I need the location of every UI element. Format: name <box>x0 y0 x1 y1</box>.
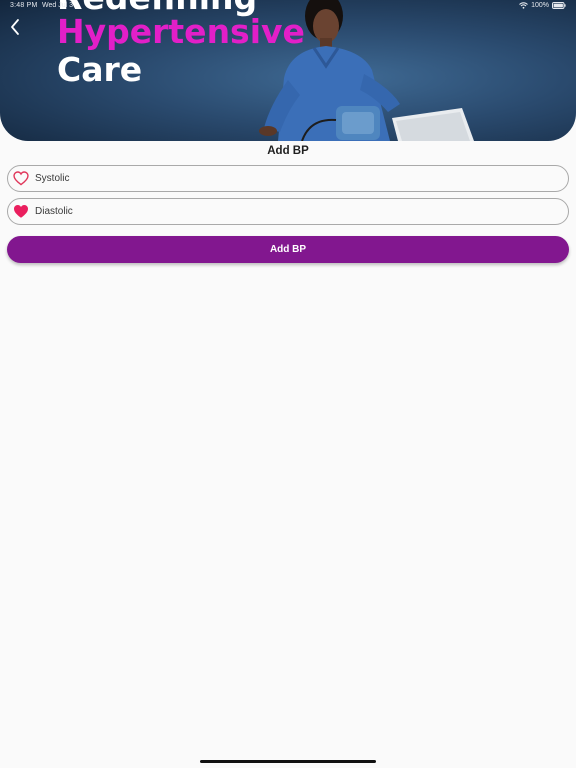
add-bp-button[interactable]: Add BP <box>7 236 569 263</box>
home-indicator[interactable] <box>200 760 376 763</box>
systolic-field[interactable] <box>7 165 569 192</box>
hero-title-line3: Care <box>57 50 143 89</box>
page-title: Add BP <box>267 145 309 157</box>
systolic-input[interactable] <box>35 173 535 184</box>
diastolic-input[interactable] <box>35 206 535 217</box>
back-button[interactable] <box>5 17 25 37</box>
status-bar: 3:48 PM Wed Jul 3 100% <box>0 0 576 14</box>
chevron-left-icon <box>11 19 19 35</box>
battery-percent: 100% <box>531 2 549 9</box>
status-time: 3:48 PM <box>10 2 38 9</box>
hero-banner: 3:48 PM Wed Jul 3 100% Redefining Hypert… <box>0 0 576 141</box>
heart-outline-icon <box>13 171 29 187</box>
nurse-illustration <box>259 0 474 141</box>
wifi-icon <box>519 2 528 9</box>
battery-icon <box>552 2 566 9</box>
diastolic-field[interactable] <box>7 198 569 225</box>
heart-filled-icon <box>13 204 29 220</box>
status-right: 100% <box>519 2 566 9</box>
status-date: Wed Jul 3 <box>42 2 73 9</box>
